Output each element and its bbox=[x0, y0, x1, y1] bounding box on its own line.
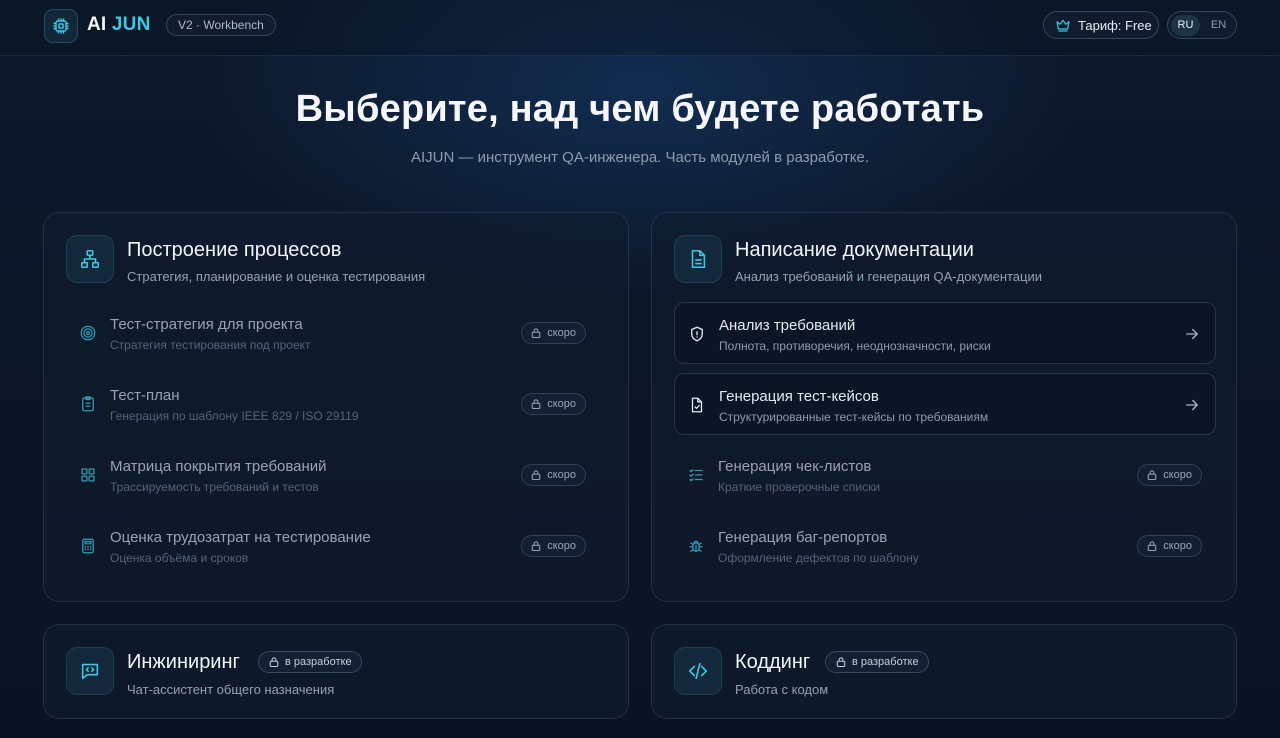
list-item-test-plan: Тест-план Генерация по шаблону IEEE 829 … bbox=[66, 373, 608, 435]
card-subtitle: Анализ требований и генерация QA-докумен… bbox=[735, 269, 1043, 284]
coming-soon-badge: скоро bbox=[1137, 464, 1202, 486]
list-item-requirements-analysis[interactable]: Анализ требований Полнота, противоречия,… bbox=[674, 302, 1216, 364]
tariff-label: Тариф: Free bbox=[1078, 17, 1152, 33]
card-subtitle: Работа с кодом bbox=[735, 682, 829, 697]
item-title: Тест-стратегия для проекта bbox=[110, 316, 303, 333]
tariff-button[interactable]: Тариф: Free bbox=[1043, 11, 1159, 39]
grid-icon bbox=[79, 466, 97, 484]
coming-soon-badge: скоро bbox=[521, 322, 586, 344]
card-documentation: Написание документации Анализ требований… bbox=[651, 212, 1237, 602]
file-check-icon bbox=[688, 396, 706, 414]
logo-accent: JUN bbox=[111, 14, 151, 35]
badge-label: скоро bbox=[547, 327, 576, 339]
item-subtitle: Полнота, противоречия, неоднозначности, … bbox=[719, 339, 991, 353]
lock-icon bbox=[835, 656, 847, 668]
in-development-badge: в разработке bbox=[258, 651, 362, 673]
calculator-icon bbox=[79, 537, 97, 555]
card-title: Инжиниринг bbox=[127, 651, 240, 673]
item-subtitle: Стратегия тестирования под проект bbox=[110, 338, 311, 352]
coming-soon-badge: скоро bbox=[521, 464, 586, 486]
badge-label: скоро bbox=[547, 398, 576, 410]
coming-soon-badge: скоро bbox=[1137, 535, 1202, 557]
item-title: Оценка трудозатрат на тестирование bbox=[110, 529, 371, 546]
crown-icon bbox=[1056, 19, 1070, 32]
item-title: Генерация тест-кейсов bbox=[719, 388, 879, 405]
document-icon bbox=[674, 235, 722, 283]
item-subtitle: Трассируемость требований и тестов bbox=[110, 480, 319, 494]
list-item-test-case-generation[interactable]: Генерация тест-кейсов Структурированные … bbox=[674, 373, 1216, 435]
page-title: Выберите, над чем будете работать bbox=[295, 88, 985, 130]
item-title: Генерация чек-листов bbox=[718, 458, 872, 475]
sitemap-icon bbox=[66, 235, 114, 283]
item-subtitle: Краткие проверочные списки bbox=[718, 480, 881, 494]
logo-chip-icon[interactable] bbox=[44, 9, 78, 43]
list-item-bug-report-generation: Генерация баг-репортов Оформление дефект… bbox=[674, 515, 1216, 577]
language-switcher: RU EN bbox=[1167, 11, 1237, 39]
logo[interactable]: AI JUN bbox=[87, 14, 151, 36]
list-item-test-strategy: Тест-стратегия для проекта Стратегия тес… bbox=[66, 302, 608, 364]
card-subtitle: Чат-ассистент общего назначения bbox=[127, 682, 335, 697]
coming-soon-badge: скоро bbox=[521, 535, 586, 557]
lang-ru-button[interactable]: RU bbox=[1171, 14, 1200, 36]
list-item-checklist-generation: Генерация чек-листов Краткие проверочные… bbox=[674, 444, 1216, 506]
item-title: Тест-план bbox=[110, 387, 180, 404]
item-title: Матрица покрытия требований bbox=[110, 458, 327, 475]
card-processes: Построение процессов Стратегия, планиров… bbox=[43, 212, 629, 602]
lock-icon bbox=[1146, 540, 1158, 552]
item-subtitle: Оформление дефектов по шаблону bbox=[718, 551, 919, 565]
lock-icon bbox=[530, 469, 542, 481]
badge-label: в разработке bbox=[852, 656, 919, 668]
arrow-right-icon bbox=[1186, 328, 1198, 340]
card-coding: Коддинг в разработке Работа с кодом bbox=[651, 624, 1237, 719]
bug-icon bbox=[687, 537, 705, 555]
list-item-effort-estimation: Оценка трудозатрат на тестирование Оценк… bbox=[66, 515, 608, 577]
version-badge: V2 · Workbench bbox=[166, 14, 276, 36]
lang-en-button[interactable]: EN bbox=[1204, 15, 1233, 36]
lock-icon bbox=[530, 327, 542, 339]
lock-icon bbox=[530, 398, 542, 410]
item-subtitle: Оценка объёма и сроков bbox=[110, 551, 249, 565]
top-bar: AI JUN V2 · Workbench Тариф: Free RU EN bbox=[0, 0, 1280, 56]
clipboard-icon bbox=[79, 395, 97, 413]
card-title: Построение процессов bbox=[127, 239, 342, 261]
checklist-icon bbox=[687, 466, 705, 484]
badge-label: в разработке bbox=[285, 656, 352, 668]
arrow-right-icon bbox=[1186, 399, 1198, 411]
code-icon bbox=[674, 647, 722, 695]
badge-label: скоро bbox=[547, 540, 576, 552]
page-subtitle: AIJUN — инструмент QA-инженера. Часть мо… bbox=[410, 149, 870, 166]
badge-label: скоро bbox=[1163, 469, 1192, 481]
logo-prefix: AI bbox=[87, 14, 107, 35]
item-subtitle: Генерация по шаблону IEEE 829 / ISO 2911… bbox=[110, 409, 359, 423]
coming-soon-badge: скоро bbox=[521, 393, 586, 415]
item-title: Генерация баг-репортов bbox=[718, 529, 888, 546]
card-subtitle: Стратегия, планирование и оценка тестиро… bbox=[127, 269, 426, 284]
card-engineering: Инжиниринг в разработке Чат-ассистент об… bbox=[43, 624, 629, 719]
target-icon bbox=[79, 324, 97, 342]
badge-label: скоро bbox=[547, 469, 576, 481]
chat-code-icon bbox=[66, 647, 114, 695]
lock-icon bbox=[268, 656, 280, 668]
card-title: Коддинг bbox=[735, 651, 811, 673]
item-title: Анализ требований bbox=[719, 317, 856, 334]
lock-icon bbox=[1146, 469, 1158, 481]
list-item-coverage-matrix: Матрица покрытия требований Трассируемос… bbox=[66, 444, 608, 506]
lock-icon bbox=[530, 540, 542, 552]
in-development-badge: в разработке bbox=[825, 651, 929, 673]
badge-label: скоро bbox=[1163, 540, 1192, 552]
shield-icon bbox=[688, 325, 706, 343]
card-title: Написание документации bbox=[735, 239, 974, 261]
item-subtitle: Структурированные тест-кейсы по требован… bbox=[719, 410, 989, 424]
